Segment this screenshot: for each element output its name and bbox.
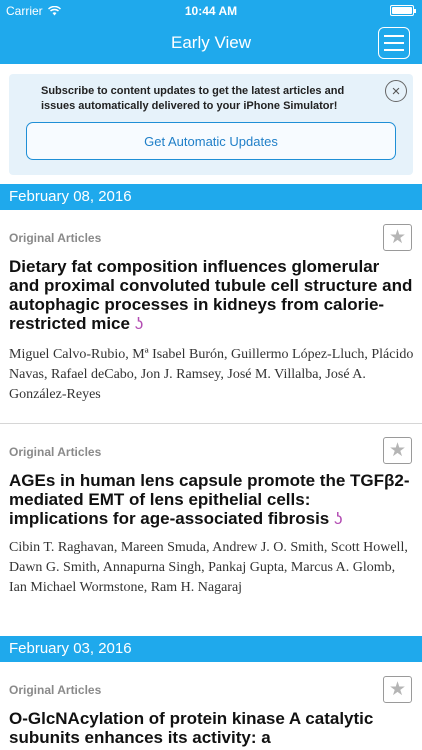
divider [0, 423, 422, 424]
open-access-icon: ʖ [334, 509, 343, 528]
banner-message: Subscribe to content updates to get the … [41, 85, 345, 112]
battery-icon [390, 5, 416, 16]
article-item[interactable]: Original Articles ★ O-GlcNAcylation of p… [0, 675, 422, 750]
article-title[interactable]: O-GlcNAcylation of protein kinase A cata… [9, 709, 414, 747]
menu-icon[interactable] [378, 27, 410, 59]
favorite-button[interactable]: ★ [383, 437, 412, 464]
article-title[interactable]: Dietary fat composition influences glome… [9, 257, 414, 333]
article-item[interactable]: Original Articles ★ Dietary fat composit… [0, 222, 422, 422]
article-category: Original Articles [9, 231, 102, 245]
star-icon: ★ [388, 227, 407, 248]
subscribe-banner: Subscribe to content updates to get the … [9, 74, 413, 175]
article-title-text: O-GlcNAcylation of protein kinase A cata… [9, 709, 374, 747]
article-category: Original Articles [9, 683, 102, 697]
article-title-text: Dietary fat composition influences glome… [9, 257, 413, 333]
page-title: Early View [171, 33, 251, 52]
star-icon: ★ [388, 440, 407, 461]
close-icon[interactable]: × [385, 80, 407, 102]
article-authors: Cibin T. Raghavan, Mareen Smuda, Andrew … [9, 540, 408, 595]
favorite-button[interactable]: ★ [383, 224, 412, 251]
article-item[interactable]: Original Articles ★ AGEs in human lens c… [0, 436, 422, 631]
section-date-header: February 08, 2016 [0, 184, 422, 210]
article-title[interactable]: AGEs in human lens capsule promote the T… [9, 471, 414, 528]
get-automatic-updates-button[interactable]: Get Automatic Updates [26, 122, 396, 160]
status-time: 10:44 AM [184, 4, 238, 18]
star-icon: ★ [388, 679, 407, 700]
article-category: Original Articles [9, 445, 102, 459]
section-date-header: February 03, 2016 [0, 636, 422, 662]
status-bar: Carrier 10:44 AM [0, 0, 422, 22]
open-access-icon: ʖ [134, 314, 144, 333]
favorite-button[interactable]: ★ [383, 676, 412, 703]
article-title-text: AGEs in human lens capsule promote the T… [9, 471, 410, 528]
article-authors: Miguel Calvo-Rubio, Mª Isabel Burón, Gui… [9, 347, 414, 402]
nav-header: Carrier 10:44 AM Early View [0, 0, 422, 64]
